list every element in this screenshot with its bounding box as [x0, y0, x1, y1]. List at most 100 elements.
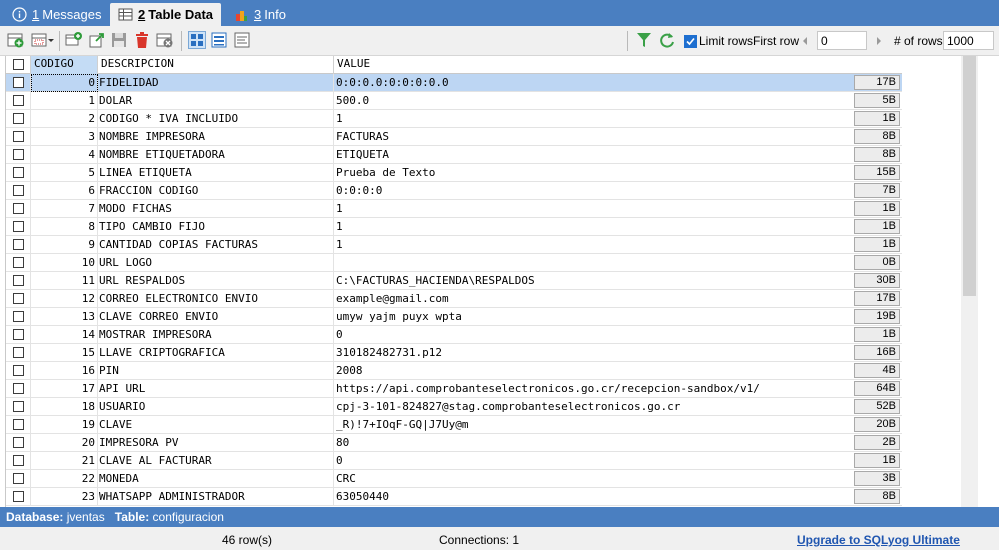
table-row[interactable]: 2 CODIGO * IVA INCLUIDO 1 1B — [6, 110, 902, 128]
row-checkbox[interactable] — [13, 329, 24, 340]
cell-value[interactable]: 0B — [334, 254, 902, 271]
cell-descripcion[interactable]: IMPRESORA PV — [98, 434, 334, 451]
value-size-button[interactable]: 1B — [854, 111, 900, 126]
export-icon[interactable] — [88, 31, 106, 49]
value-size-button[interactable]: 17B — [854, 291, 900, 306]
row-select-cell[interactable] — [6, 326, 31, 343]
value-size-button[interactable]: 1B — [854, 327, 900, 342]
previous-page-icon[interactable] — [799, 34, 811, 48]
cell-codigo[interactable]: 13 — [31, 308, 98, 325]
cell-codigo[interactable]: 22 — [31, 470, 98, 487]
table-row[interactable]: 13 CLAVE CORREO ENVIO umyw yajm puyx wpta 1… — [6, 308, 902, 326]
row-select-cell[interactable] — [6, 110, 31, 127]
vertical-scrollbar[interactable] — [961, 56, 978, 507]
cell-descripcion[interactable]: URL RESPALDOS — [98, 272, 334, 289]
table-row[interactable]: 5 LINEA ETIQUETA Prueba de Texto 15B — [6, 164, 902, 182]
table-row[interactable]: 18 USUARIO cpj-3-101-824827@stag.comproban… — [6, 398, 902, 416]
cell-codigo[interactable]: 9 — [31, 236, 98, 253]
cell-codigo[interactable]: 8 — [31, 218, 98, 235]
cell-descripcion[interactable]: MODO FICHAS — [98, 200, 334, 217]
row-select-cell[interactable] — [6, 254, 31, 271]
cell-descripcion[interactable]: PIN — [98, 362, 334, 379]
row-checkbox[interactable] — [13, 311, 24, 322]
table-row[interactable]: 4 NOMBRE ETIQUETADORA ETIQUETA 8B — [6, 146, 902, 164]
row-select-cell[interactable] — [6, 200, 31, 217]
row-checkbox[interactable] — [13, 257, 24, 268]
value-size-button[interactable]: 3B — [854, 471, 900, 486]
row-checkbox[interactable] — [13, 401, 24, 412]
table-row[interactable]: 10 URL LOGO 0B — [6, 254, 902, 272]
cell-codigo[interactable]: 6 — [31, 182, 98, 199]
cell-value[interactable]: example@gmail.com 17B — [334, 290, 902, 307]
cell-value[interactable]: umyw yajm puyx wpta 19B — [334, 308, 902, 325]
row-checkbox[interactable] — [13, 149, 24, 160]
table-row[interactable]: 22 MONEDA CRC 3B — [6, 470, 902, 488]
row-checkbox[interactable] — [13, 473, 24, 484]
value-size-button[interactable]: 5B — [854, 93, 900, 108]
row-select-cell[interactable] — [6, 272, 31, 289]
cell-descripcion[interactable]: FIDELIDAD — [98, 74, 334, 91]
table-row[interactable]: 20 IMPRESORA PV 80 2B — [6, 434, 902, 452]
select-all-cell[interactable] — [6, 56, 31, 74]
cell-value[interactable]: 63050440 8B — [334, 488, 902, 505]
table-row[interactable]: 3 NOMBRE IMPRESORA FACTURAS 8B — [6, 128, 902, 146]
cell-descripcion[interactable]: API URL — [98, 380, 334, 397]
cell-value[interactable]: 0:0:0:0 7B — [334, 182, 902, 199]
value-size-button[interactable]: 4B — [854, 363, 900, 378]
table-row[interactable]: 12 CORREO ELECTRONICO ENVIO example@gmail.… — [6, 290, 902, 308]
row-checkbox[interactable] — [13, 95, 24, 106]
table-row[interactable]: 8 TIPO CAMBIO FIJO 1 1B — [6, 218, 902, 236]
value-size-button[interactable]: 7B — [854, 183, 900, 198]
row-select-cell[interactable] — [6, 488, 31, 505]
value-size-button[interactable]: 1B — [854, 219, 900, 234]
row-select-cell[interactable] — [6, 452, 31, 469]
cell-codigo[interactable]: 21 — [31, 452, 98, 469]
row-select-cell[interactable] — [6, 470, 31, 487]
table-row[interactable]: 19 CLAVE _R)!7+IOqF-GQ|J7Uy@m 20B — [6, 416, 902, 434]
row-select-cell[interactable] — [6, 128, 31, 145]
cell-codigo[interactable]: 3 — [31, 128, 98, 145]
row-select-cell[interactable] — [6, 416, 31, 433]
row-checkbox[interactable] — [13, 491, 24, 502]
row-checkbox[interactable] — [13, 167, 24, 178]
next-page-icon[interactable] — [873, 34, 885, 48]
table-row[interactable]: 7 MODO FICHAS 1 1B — [6, 200, 902, 218]
cell-value[interactable]: 0:0:0.0:0:0:0:0.0 17B — [334, 74, 902, 91]
cell-descripcion[interactable]: CLAVE CORREO ENVIO — [98, 308, 334, 325]
cell-codigo[interactable]: 2 — [31, 110, 98, 127]
table-row[interactable]: 16 PIN 2008 4B — [6, 362, 902, 380]
row-checkbox[interactable] — [13, 365, 24, 376]
row-select-cell[interactable] — [6, 218, 31, 235]
cell-codigo[interactable]: 16 — [31, 362, 98, 379]
value-size-button[interactable]: 20B — [854, 417, 900, 432]
column-header-codigo[interactable]: CODIGO — [31, 56, 98, 74]
value-size-button[interactable]: 2B — [854, 435, 900, 450]
cell-codigo[interactable]: 4 — [31, 146, 98, 163]
value-size-button[interactable]: 8B — [854, 489, 900, 504]
cell-descripcion[interactable]: LLAVE CRIPTOGRAFICA — [98, 344, 334, 361]
cell-value[interactable]: CRC 3B — [334, 470, 902, 487]
add-row-icon[interactable] — [7, 31, 25, 49]
tab-info[interactable]: 3 Info — [226, 3, 294, 26]
value-size-button[interactable]: 64B — [854, 381, 900, 396]
value-size-button[interactable]: 1B — [854, 453, 900, 468]
filter-icon[interactable] — [635, 31, 653, 49]
cell-descripcion[interactable]: MONEDA — [98, 470, 334, 487]
cell-value[interactable]: FACTURAS 8B — [334, 128, 902, 145]
cell-codigo[interactable]: 19 — [31, 416, 98, 433]
row-select-cell[interactable] — [6, 182, 31, 199]
row-checkbox[interactable] — [13, 239, 24, 250]
value-size-button[interactable]: 19B — [854, 309, 900, 324]
cell-value[interactable]: 80 2B — [334, 434, 902, 451]
delete-icon[interactable] — [133, 31, 151, 49]
row-select-cell[interactable] — [6, 434, 31, 451]
text-view-icon[interactable] — [233, 31, 251, 49]
cell-value[interactable]: ETIQUETA 8B — [334, 146, 902, 163]
cell-descripcion[interactable]: USUARIO — [98, 398, 334, 415]
cell-value[interactable]: Prueba de Texto 15B — [334, 164, 902, 181]
table-row[interactable]: 9 CANTIDAD COPIAS FACTURAS 1 1B — [6, 236, 902, 254]
cell-descripcion[interactable]: MOSTRAR IMPRESORA — [98, 326, 334, 343]
select-all-checkbox[interactable] — [13, 59, 24, 70]
cell-codigo[interactable]: 1 — [31, 92, 98, 109]
cell-codigo[interactable]: 17 — [31, 380, 98, 397]
